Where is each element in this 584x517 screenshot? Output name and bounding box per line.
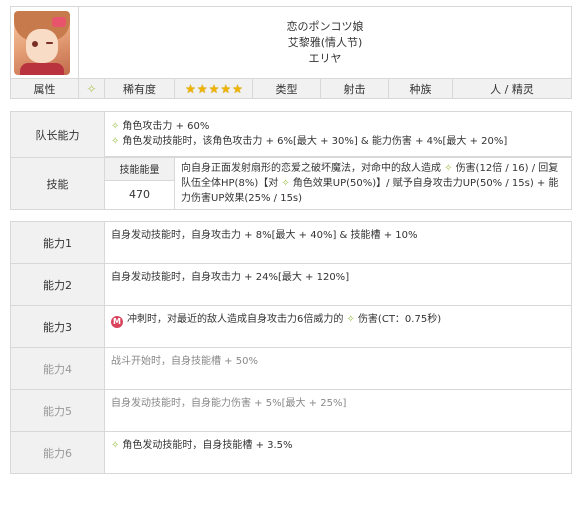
- star-icon: ★: [185, 81, 196, 96]
- gem-icon: ✧: [111, 121, 120, 132]
- leader-line-2: 角色发动技能时，该角色攻击力 + 6%[最大 + 30%] & 能力伤害 + 4…: [122, 136, 508, 147]
- ability-5-text: 自身发动技能时，自身能力伤害 + 5%[最大 + 25%]: [104, 389, 572, 432]
- star-icon: ★: [196, 81, 208, 96]
- ability-6-label: 能力6: [10, 431, 105, 474]
- race-label: 种族: [388, 78, 453, 99]
- star-icon: ★: [220, 81, 231, 96]
- leader-label: 队长能力: [10, 111, 105, 158]
- race-value: 人 / 精灵: [452, 78, 572, 99]
- ability-3-text: M 冲刺时，对最近的敌人造成自身攻击力6倍威力的 ✧ 伤害(CT：0.75秒): [104, 305, 572, 348]
- character-card: 恋のポンコツ娘 艾黎雅(情人节) エリヤ 属性 ✧ 稀有度 ★ ★ ★ ★ ★ 类型 射…: [10, 6, 572, 474]
- gem-icon: ✧: [441, 163, 453, 174]
- gem-icon: ✧: [343, 314, 355, 325]
- ability-4-label: 能力4: [10, 347, 105, 390]
- character-name-cell: 恋のポンコツ娘 艾黎雅(情人节) エリヤ: [78, 6, 572, 79]
- avatar-cell: [10, 6, 79, 79]
- leader-line-1: 角色攻击力 + 60%: [122, 121, 210, 132]
- name-short: エリヤ: [308, 51, 342, 65]
- details-table: 队长能力 ✧ 角色攻击力 + 60% ✧ 角色发动技能时，该角色攻击力 + 6%[最…: [10, 111, 572, 474]
- attr-label: 属性: [10, 78, 79, 99]
- type-label: 类型: [252, 78, 321, 99]
- name-cn: 艾黎雅(情人节): [287, 35, 363, 49]
- ability-1-label: 能力1: [10, 221, 105, 264]
- ability-6-text: ✧ 角色发动技能时，自身技能槽 + 3.5%: [104, 431, 572, 474]
- rarity-label: 稀有度: [104, 78, 175, 99]
- skill-energy-value: 470: [104, 179, 175, 211]
- type-value: 射击: [320, 78, 389, 99]
- ability-3-label: 能力3: [10, 305, 105, 348]
- leader-content: ✧ 角色攻击力 + 60% ✧ 角色发动技能时，该角色攻击力 + 6%[最大 + 3…: [104, 111, 572, 157]
- star-icon: ★: [208, 81, 220, 96]
- ability-5-label: 能力5: [10, 389, 105, 432]
- skill-content: 向自身正面发射扇形的恋爱之破坏魔法，对命中的敌人造成 ✧ 伤害(12倍 / 16)…: [174, 157, 572, 210]
- ability-2-text: 自身发动技能时，自身攻击力 + 24%[最大 + 120%]: [104, 263, 572, 306]
- star-icon: ★: [232, 81, 243, 96]
- ability-4-text: 战斗开始时，自身技能槽 + 50%: [104, 347, 572, 390]
- diamond-icon: ✧: [78, 78, 105, 99]
- header-table: 恋のポンコツ娘 艾黎雅(情人节) エリヤ 属性 ✧ 稀有度 ★ ★ ★ ★ ★ 类型 射…: [10, 6, 572, 99]
- skill-energy-label: 技能能量: [104, 157, 175, 181]
- avatar: [14, 10, 70, 75]
- rarity-stars: ★ ★ ★ ★ ★: [174, 78, 253, 99]
- skill-label: 技能: [10, 157, 105, 210]
- gem-icon: ✧: [278, 178, 290, 189]
- name-jp: 恋のポンコツ娘: [286, 19, 364, 33]
- m-badge-icon: M: [111, 316, 123, 328]
- gem-icon: ✧: [111, 136, 120, 147]
- ability-1-text: 自身发动技能时，自身攻击力 + 8%[最大 + 40%] & 技能槽 + 10%: [104, 221, 572, 264]
- gem-icon: ✧: [111, 440, 120, 451]
- ability-2-label: 能力2: [10, 263, 105, 306]
